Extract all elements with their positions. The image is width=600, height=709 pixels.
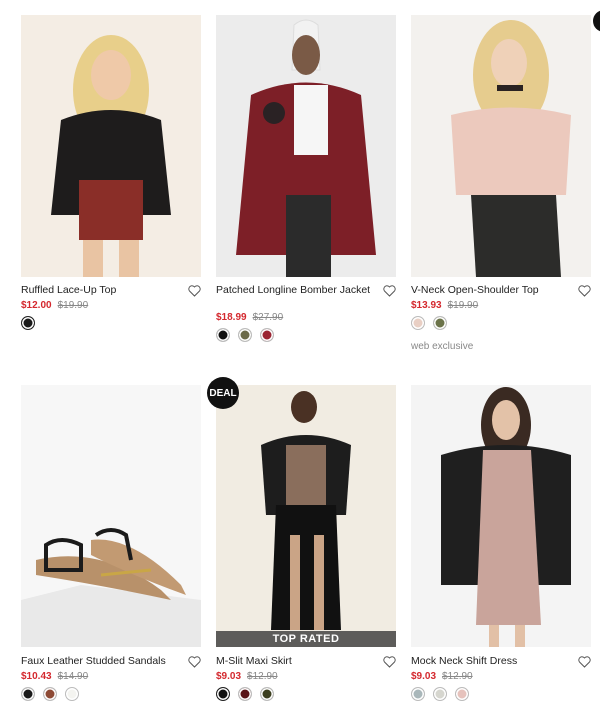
original-price: $19.90 — [57, 300, 89, 311]
original-price: $27.90 — [252, 312, 284, 323]
product-image[interactable] — [216, 15, 396, 277]
color-swatches — [216, 328, 274, 342]
heart-outline-icon[interactable] — [383, 284, 396, 297]
color-swatch[interactable] — [43, 687, 57, 701]
color-swatch[interactable] — [433, 316, 447, 330]
color-swatches — [411, 316, 447, 330]
color-swatch[interactable] — [65, 687, 79, 701]
color-swatch[interactable] — [411, 687, 425, 701]
color-swatches — [21, 316, 35, 330]
heart-outline-icon[interactable] — [188, 655, 201, 668]
sale-price: $9.03 — [216, 671, 242, 682]
product-image[interactable] — [21, 15, 201, 277]
color-swatches — [21, 687, 79, 701]
product-name[interactable]: Patched Longline Bomber Jacket — [216, 284, 376, 296]
color-swatch[interactable] — [216, 328, 230, 342]
color-swatch[interactable] — [21, 687, 35, 701]
heart-outline-icon[interactable] — [383, 655, 396, 668]
color-swatch[interactable] — [216, 687, 230, 701]
sale-price: $10.43 — [21, 671, 52, 682]
color-swatch[interactable] — [455, 687, 469, 701]
product-image[interactable]: TOP RATED — [216, 385, 396, 647]
sale-price: $12.00 — [21, 300, 52, 311]
web-exclusive-label: web exclusive — [411, 341, 474, 352]
circle-icon[interactable] — [593, 10, 600, 32]
color-swatch[interactable] — [238, 328, 252, 342]
product-name[interactable]: M-Slit Maxi Skirt — [216, 655, 376, 667]
price: $9.03 $12.90 — [216, 671, 278, 682]
product-name[interactable]: Ruffled Lace-Up Top — [21, 284, 181, 296]
product-name[interactable]: Mock Neck Shift Dress — [411, 655, 571, 667]
product-image[interactable] — [411, 385, 591, 647]
original-price: $12.90 — [247, 671, 278, 682]
price: $12.00 $19.90 — [21, 300, 88, 311]
color-swatch[interactable] — [21, 316, 35, 330]
deal-badge: DEAL — [207, 377, 239, 409]
color-swatch[interactable] — [411, 316, 425, 330]
original-price: $12.90 — [442, 671, 473, 682]
sale-price: $9.03 — [411, 671, 437, 682]
product-name[interactable]: Faux Leather Studded Sandals — [21, 655, 181, 667]
color-swatch[interactable] — [260, 328, 274, 342]
color-swatch[interactable] — [238, 687, 252, 701]
heart-outline-icon[interactable] — [578, 284, 591, 297]
sale-price: $13.93 — [411, 300, 442, 311]
original-price: $14.90 — [57, 671, 89, 682]
color-swatches — [216, 687, 274, 701]
price: $9.03 $12.90 — [411, 671, 473, 682]
price: $10.43 $14.90 — [21, 671, 88, 682]
color-swatch[interactable] — [433, 687, 447, 701]
price: $18.99 $27.90 — [216, 312, 283, 323]
color-swatch[interactable] — [260, 687, 274, 701]
price: $13.93 $19.90 — [411, 300, 478, 311]
heart-outline-icon[interactable] — [188, 284, 201, 297]
product-image[interactable] — [411, 15, 591, 277]
product-image[interactable] — [21, 385, 201, 647]
original-price: $19.90 — [447, 300, 479, 311]
product-name[interactable]: V-Neck Open-Shoulder Top — [411, 284, 571, 296]
color-swatches — [411, 687, 469, 701]
sale-price: $18.99 — [216, 312, 247, 323]
top-rated-ribbon: TOP RATED — [216, 631, 396, 647]
heart-outline-icon[interactable] — [578, 655, 591, 668]
